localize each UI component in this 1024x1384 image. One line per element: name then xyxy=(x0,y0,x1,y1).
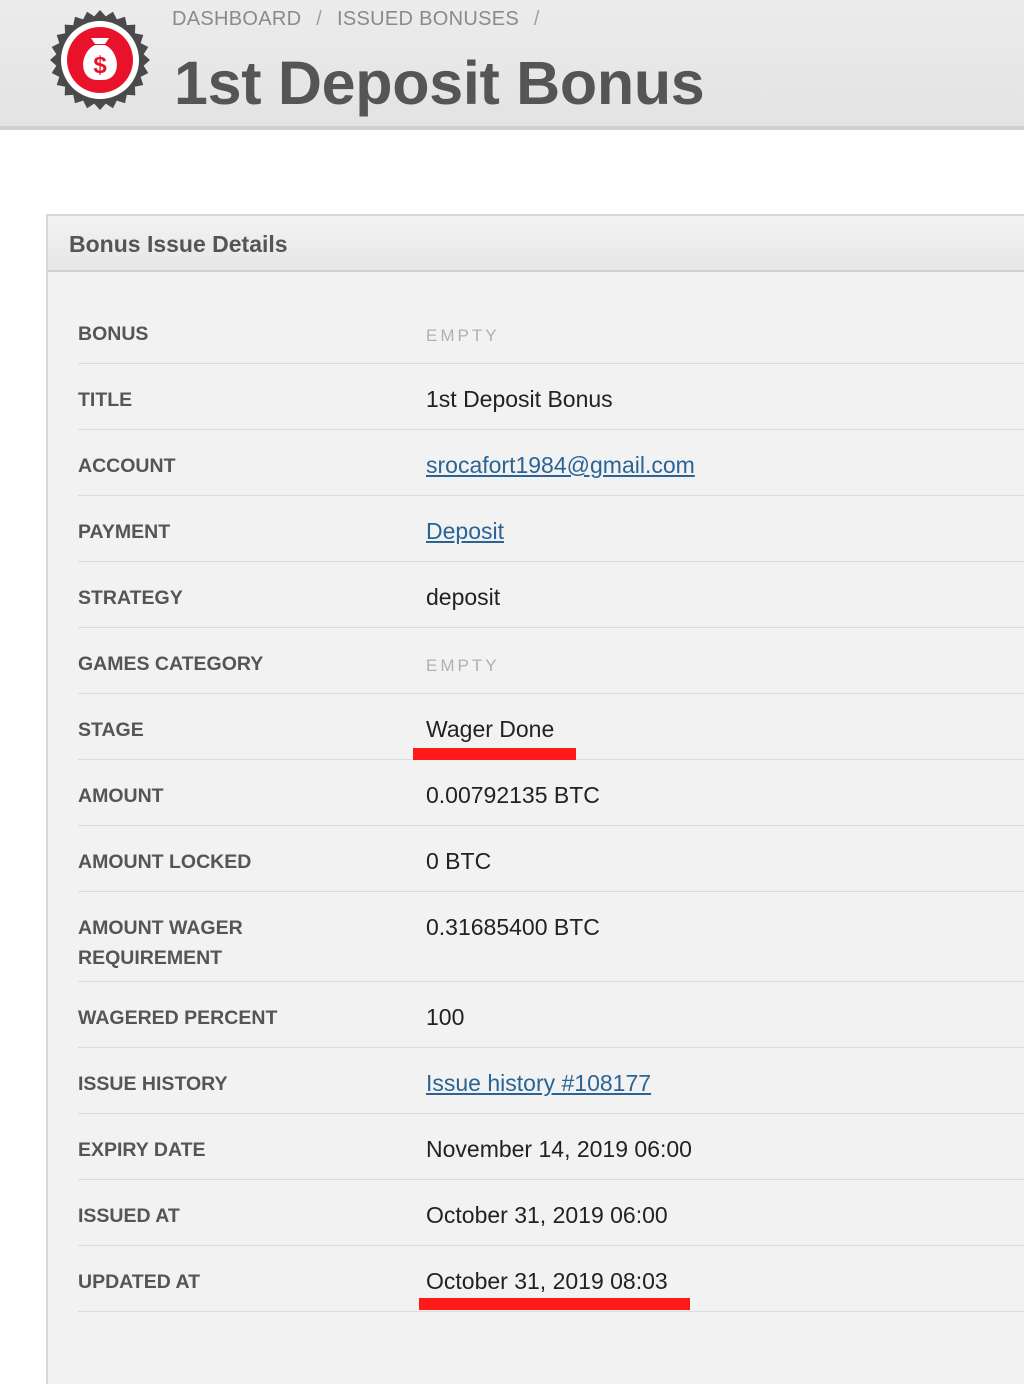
detail-value: 0 BTC xyxy=(426,848,492,874)
detail-value: 0.00792135 BTC xyxy=(426,782,600,808)
breadcrumb-separator: / xyxy=(316,8,323,30)
issue-history-link[interactable]: Issue history #108177 xyxy=(426,1070,651,1097)
payment-link[interactable]: Deposit xyxy=(426,518,504,545)
detail-label: EXPIRY DATE xyxy=(78,1139,206,1161)
detail-value: November 14, 2019 06:00 xyxy=(426,1136,692,1162)
account-link[interactable]: srocafort1984@gmail.com xyxy=(426,452,695,479)
detail-row-games-category: GAMES CATEGORY EMPTY xyxy=(78,628,1024,694)
page-title: 1st Deposit Bonus xyxy=(174,49,705,117)
detail-row-strategy: STRATEGY deposit xyxy=(78,562,1024,628)
detail-row-stage: STAGE Wager Done xyxy=(78,694,1024,760)
detail-label: TITLE xyxy=(78,389,133,411)
details-list: BONUS EMPTY TITLE 1st Deposit Bonus ACCO… xyxy=(78,298,1024,1312)
svg-text:$: $ xyxy=(93,52,107,79)
detail-label: AMOUNT WAGER REQUIREMENT xyxy=(78,917,243,969)
breadcrumb: DASHBOARD / ISSUED BONUSES / xyxy=(172,8,549,31)
detail-row-title: TITLE 1st Deposit Bonus xyxy=(78,364,1024,430)
detail-label: PAYMENT xyxy=(78,521,171,543)
detail-label: WAGERED PERCENT xyxy=(78,1007,278,1029)
breadcrumb-separator: / xyxy=(533,8,540,30)
detail-row-updated-at: UPDATED AT October 31, 2019 08:03 xyxy=(78,1246,1024,1312)
detail-row-amount: AMOUNT 0.00792135 BTC xyxy=(78,760,1024,826)
detail-row-wagered-percent: WAGERED PERCENT 100 xyxy=(78,982,1024,1048)
detail-row-issued-at: ISSUED AT October 31, 2019 06:00 xyxy=(78,1180,1024,1246)
detail-value-empty: EMPTY xyxy=(426,326,500,345)
detail-row-issue-history: ISSUE HISTORY Issue history #108177 xyxy=(78,1048,1024,1114)
detail-value: October 31, 2019 08:03 xyxy=(426,1268,668,1294)
detail-label: ISSUED AT xyxy=(78,1205,180,1227)
detail-label: ACCOUNT xyxy=(78,455,176,477)
detail-row-amount-wager-requirement: AMOUNT WAGER REQUIREMENT 0.31685400 BTC xyxy=(78,892,1024,982)
breadcrumb-issued-bonuses-link[interactable]: ISSUED BONUSES xyxy=(337,8,519,30)
money-bag-badge-icon: $ xyxy=(50,10,150,110)
highlight-underline xyxy=(413,748,576,760)
detail-row-account: ACCOUNT srocafort1984@gmail.com xyxy=(78,430,1024,496)
detail-row-expiry-date: EXPIRY DATE November 14, 2019 06:00 xyxy=(78,1114,1024,1180)
panel-title: Bonus Issue Details xyxy=(69,231,288,257)
detail-value: 1st Deposit Bonus xyxy=(426,386,613,412)
detail-value: 0.31685400 BTC xyxy=(426,914,600,940)
detail-value: 100 xyxy=(426,1004,465,1030)
bonus-issue-details-panel: Bonus Issue Details BONUS EMPTY TITLE 1s… xyxy=(46,214,1024,1384)
detail-label: BONUS xyxy=(78,323,149,345)
detail-label: ISSUE HISTORY xyxy=(78,1073,228,1095)
detail-label: STAGE xyxy=(78,719,144,741)
detail-row-amount-locked: AMOUNT LOCKED 0 BTC xyxy=(78,826,1024,892)
panel-header: Bonus Issue Details xyxy=(48,216,1024,272)
detail-label: AMOUNT LOCKED xyxy=(78,851,252,873)
detail-value: October 31, 2019 06:00 xyxy=(426,1202,668,1228)
detail-value-empty: EMPTY xyxy=(426,656,500,675)
breadcrumb-dashboard-link[interactable]: DASHBOARD xyxy=(172,8,301,30)
highlight-underline xyxy=(419,1298,690,1310)
detail-label: GAMES CATEGORY xyxy=(78,653,264,675)
detail-value: Wager Done xyxy=(426,716,555,742)
detail-label: AMOUNT xyxy=(78,785,164,807)
detail-value: deposit xyxy=(426,584,501,610)
detail-label: UPDATED AT xyxy=(78,1271,201,1293)
detail-row-bonus: BONUS EMPTY xyxy=(78,298,1024,364)
detail-row-payment: PAYMENT Deposit xyxy=(78,496,1024,562)
detail-label: STRATEGY xyxy=(78,587,183,609)
page-header: $ DASHBOARD / ISSUED BONUSES / 1st Depos… xyxy=(0,0,1024,130)
